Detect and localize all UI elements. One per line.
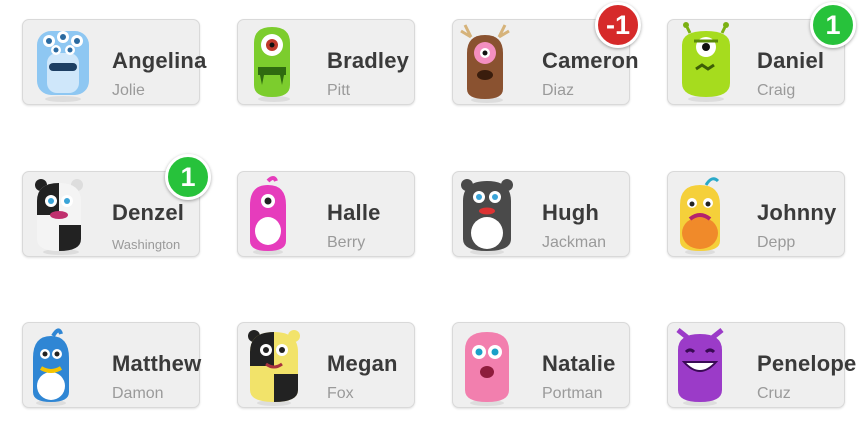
student-card-angelina[interactable]: Angelina Jolie [22,19,206,105]
points-badge: 1 [165,154,211,200]
student-first-name: Megan [327,351,398,376]
student-card-natalie[interactable]: Natalie Portman [452,322,630,408]
green-cyclops-monster-icon [254,27,290,102]
student-card-denzel[interactable]: Denzel Washington 1 [22,154,211,257]
student-last-name: Berry [327,234,366,251]
gray-bear-monster-icon [461,179,513,255]
pink-horned-monster-icon [250,176,286,255]
student-card-penelope[interactable]: Penelope Cruz [667,322,856,408]
student-last-name: Jolie [112,82,145,99]
purple-grinning-monster-icon [676,328,724,406]
student-first-name: Daniel [757,48,825,73]
points-badge: -1 [595,2,641,48]
lime-grumpy-monster-icon [682,22,730,102]
brown-antlered-monster-icon [460,24,510,103]
student-first-name: Cameron [542,48,639,73]
student-first-name: Natalie [542,351,616,376]
blue-crested-monster-icon [33,328,69,406]
student-last-name: Cruz [757,385,791,402]
student-card-halle[interactable]: Halle Berry [237,171,415,257]
student-last-name: Pitt [327,82,351,99]
student-first-name: Denzel [112,200,185,225]
student-card-matthew[interactable]: Matthew Damon [22,322,202,408]
student-first-name: Bradley [327,48,410,73]
student-card-cameron[interactable]: Cameron Diaz -1 [452,2,641,105]
student-card-bradley[interactable]: Bradley Pitt [237,19,415,105]
student-first-name: Hugh [542,200,600,225]
blue-five-eyed-monster-icon [37,31,89,102]
student-first-name: Angelina [112,48,207,73]
student-card-daniel[interactable]: Daniel Craig 1 [667,2,856,105]
student-last-name: Craig [757,82,796,99]
pink-fluffy-monster-icon [465,332,509,406]
student-first-name: Matthew [112,351,202,376]
student-last-name: Diaz [542,82,575,99]
student-first-name: Halle [327,200,381,225]
black-white-panda-monster-icon [35,179,83,255]
student-first-name: Johnny [757,200,837,225]
student-card-megan[interactable]: Megan Fox [237,322,415,408]
student-last-name: Depp [757,234,796,251]
student-card-hugh[interactable]: Hugh Jackman [452,171,630,257]
orange-sad-monster-icon [680,177,720,255]
yellow-black-monster-icon [248,330,300,406]
student-last-name: Fox [327,385,354,402]
points-badge: 1 [810,2,856,48]
student-last-name: Damon [112,385,164,402]
student-last-name: Washington [112,237,181,252]
student-last-name: Jackman [542,234,607,251]
student-card-johnny[interactable]: Johnny Depp [667,171,845,257]
student-first-name: Penelope [757,351,857,376]
student-last-name: Portman [542,385,603,402]
